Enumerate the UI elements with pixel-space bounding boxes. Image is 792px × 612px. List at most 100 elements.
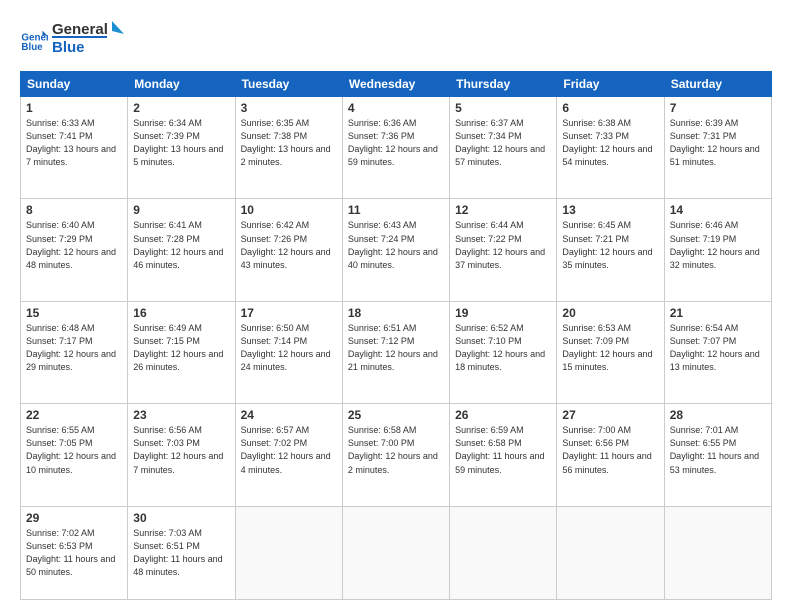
calendar-week-3: 15Sunrise: 6:48 AMSunset: 7:17 PMDayligh…	[21, 301, 772, 403]
calendar-week-2: 8 Sunrise: 6:40 AMSunset: 7:29 PMDaylight…	[21, 199, 772, 301]
calendar-cell: 23 Sunrise: 6:56 AMSunset: 7:03 PMDayligh…	[128, 404, 235, 506]
svg-text:Blue: Blue	[52, 39, 85, 56]
svg-text:Blue: Blue	[21, 42, 43, 53]
logo: General Blue General Blue	[20, 16, 142, 61]
calendar-cell: 11 Sunrise: 6:43 AMSunset: 7:24 PMDayligh…	[342, 199, 449, 301]
logo-svg: General Blue	[52, 16, 142, 56]
calendar-cell	[557, 506, 664, 599]
day-info: Sunrise: 6:48 AMSunset: 7:17 PMDaylight:…	[26, 322, 122, 374]
calendar-cell	[450, 506, 557, 599]
weekday-header-tuesday: Tuesday	[235, 72, 342, 97]
calendar-cell: 24Sunrise: 6:57 AMSunset: 7:02 PMDayligh…	[235, 404, 342, 506]
day-info: Sunrise: 6:59 AMSunset: 6:58 PMDaylight:…	[455, 424, 551, 476]
calendar-table: SundayMondayTuesdayWednesdayThursdayFrid…	[20, 71, 772, 600]
day-info: Sunrise: 6:43 AMSunset: 7:24 PMDaylight:…	[348, 219, 444, 271]
day-number: 14	[670, 203, 766, 217]
day-number: 3	[241, 101, 337, 115]
day-info: Sunrise: 6:39 AMSunset: 7:31 PMDaylight:…	[670, 117, 766, 169]
day-info: Sunrise: 6:54 AMSunset: 7:07 PMDaylight:…	[670, 322, 766, 374]
calendar-cell: 10 Sunrise: 6:42 AMSunset: 7:26 PMDayligh…	[235, 199, 342, 301]
day-number: 9	[133, 203, 229, 217]
day-info: Sunrise: 6:44 AMSunset: 7:22 PMDaylight:…	[455, 219, 551, 271]
day-number: 8	[26, 203, 122, 217]
day-info: Sunrise: 7:00 AMSunset: 6:56 PMDaylight:…	[562, 424, 658, 476]
calendar-cell: 29Sunrise: 7:02 AMSunset: 6:53 PMDayligh…	[21, 506, 128, 599]
calendar-cell: 26 Sunrise: 6:59 AMSunset: 6:58 PMDayligh…	[450, 404, 557, 506]
calendar-cell: 28 Sunrise: 7:01 AMSunset: 6:55 PMDayligh…	[664, 404, 771, 506]
calendar-cell: 9Sunrise: 6:41 AMSunset: 7:28 PMDaylight…	[128, 199, 235, 301]
day-info: Sunrise: 6:34 AMSunset: 7:39 PMDaylight:…	[133, 117, 229, 169]
day-info: Sunrise: 6:42 AMSunset: 7:26 PMDaylight:…	[241, 219, 337, 271]
calendar-week-4: 22Sunrise: 6:55 AMSunset: 7:05 PMDayligh…	[21, 404, 772, 506]
day-info: Sunrise: 6:45 AMSunset: 7:21 PMDaylight:…	[562, 219, 658, 271]
day-info: Sunrise: 7:01 AMSunset: 6:55 PMDaylight:…	[670, 424, 766, 476]
calendar-cell: 25 Sunrise: 6:58 AMSunset: 7:00 PMDayligh…	[342, 404, 449, 506]
day-number: 19	[455, 306, 551, 320]
calendar-week-5: 29Sunrise: 7:02 AMSunset: 6:53 PMDayligh…	[21, 506, 772, 599]
calendar-cell: 30Sunrise: 7:03 AMSunset: 6:51 PMDayligh…	[128, 506, 235, 599]
day-number: 5	[455, 101, 551, 115]
calendar-cell: 1 Sunrise: 6:33 AMSunset: 7:41 PMDaylight…	[21, 97, 128, 199]
calendar-cell	[342, 506, 449, 599]
day-number: 12	[455, 203, 551, 217]
day-number: 20	[562, 306, 658, 320]
header: General Blue General Blue	[20, 16, 772, 61]
day-info: Sunrise: 6:36 AMSunset: 7:36 PMDaylight:…	[348, 117, 444, 169]
weekday-header-saturday: Saturday	[664, 72, 771, 97]
day-number: 27	[562, 408, 658, 422]
day-info: Sunrise: 6:49 AMSunset: 7:15 PMDaylight:…	[133, 322, 229, 374]
day-number: 11	[348, 203, 444, 217]
day-info: Sunrise: 6:50 AMSunset: 7:14 PMDaylight:…	[241, 322, 337, 374]
calendar-cell: 16 Sunrise: 6:49 AMSunset: 7:15 PMDayligh…	[128, 301, 235, 403]
day-info: Sunrise: 6:55 AMSunset: 7:05 PMDaylight:…	[26, 424, 122, 476]
day-number: 29	[26, 511, 122, 525]
day-number: 16	[133, 306, 229, 320]
page: General Blue General Blue SundayMondayTu…	[0, 0, 792, 612]
calendar-cell: 12 Sunrise: 6:44 AMSunset: 7:22 PMDayligh…	[450, 199, 557, 301]
day-number: 23	[133, 408, 229, 422]
day-number: 10	[241, 203, 337, 217]
calendar-cell: 19 Sunrise: 6:52 AMSunset: 7:10 PMDayligh…	[450, 301, 557, 403]
day-info: Sunrise: 6:58 AMSunset: 7:00 PMDaylight:…	[348, 424, 444, 476]
calendar-cell: 2 Sunrise: 6:34 AMSunset: 7:39 PMDaylight…	[128, 97, 235, 199]
weekday-header-sunday: Sunday	[21, 72, 128, 97]
day-number: 17	[241, 306, 337, 320]
day-number: 4	[348, 101, 444, 115]
calendar-cell: 14Sunrise: 6:46 AMSunset: 7:19 PMDayligh…	[664, 199, 771, 301]
calendar-cell: 17 Sunrise: 6:50 AMSunset: 7:14 PMDayligh…	[235, 301, 342, 403]
calendar-cell: 22Sunrise: 6:55 AMSunset: 7:05 PMDayligh…	[21, 404, 128, 506]
day-info: Sunrise: 6:57 AMSunset: 7:02 PMDaylight:…	[241, 424, 337, 476]
day-number: 1	[26, 101, 122, 115]
weekday-header-monday: Monday	[128, 72, 235, 97]
calendar-cell	[235, 506, 342, 599]
svg-text:General: General	[52, 21, 108, 38]
calendar-cell: 7Sunrise: 6:39 AMSunset: 7:31 PMDaylight…	[664, 97, 771, 199]
day-info: Sunrise: 6:53 AMSunset: 7:09 PMDaylight:…	[562, 322, 658, 374]
logo-icon: General Blue	[20, 25, 48, 53]
day-number: 6	[562, 101, 658, 115]
day-info: Sunrise: 6:38 AMSunset: 7:33 PMDaylight:…	[562, 117, 658, 169]
calendar-cell: 5Sunrise: 6:37 AMSunset: 7:34 PMDaylight…	[450, 97, 557, 199]
calendar-cell: 6 Sunrise: 6:38 AMSunset: 7:33 PMDaylight…	[557, 97, 664, 199]
day-info: Sunrise: 6:40 AMSunset: 7:29 PMDaylight:…	[26, 219, 122, 271]
day-number: 28	[670, 408, 766, 422]
day-info: Sunrise: 6:35 AMSunset: 7:38 PMDaylight:…	[241, 117, 337, 169]
calendar-cell: 27 Sunrise: 7:00 AMSunset: 6:56 PMDayligh…	[557, 404, 664, 506]
day-info: Sunrise: 6:52 AMSunset: 7:10 PMDaylight:…	[455, 322, 551, 374]
day-info: Sunrise: 6:33 AMSunset: 7:41 PMDaylight:…	[26, 117, 122, 169]
day-number: 26	[455, 408, 551, 422]
calendar-cell: 20 Sunrise: 6:53 AMSunset: 7:09 PMDayligh…	[557, 301, 664, 403]
calendar-cell: 13Sunrise: 6:45 AMSunset: 7:21 PMDayligh…	[557, 199, 664, 301]
calendar-cell: 21Sunrise: 6:54 AMSunset: 7:07 PMDayligh…	[664, 301, 771, 403]
day-number: 2	[133, 101, 229, 115]
day-info: Sunrise: 6:56 AMSunset: 7:03 PMDaylight:…	[133, 424, 229, 476]
weekday-header-friday: Friday	[557, 72, 664, 97]
weekday-header-thursday: Thursday	[450, 72, 557, 97]
calendar-cell: 8 Sunrise: 6:40 AMSunset: 7:29 PMDaylight…	[21, 199, 128, 301]
day-number: 25	[348, 408, 444, 422]
calendar-cell: 3 Sunrise: 6:35 AMSunset: 7:38 PMDaylight…	[235, 97, 342, 199]
calendar-week-1: 1 Sunrise: 6:33 AMSunset: 7:41 PMDaylight…	[21, 97, 772, 199]
day-info: Sunrise: 6:51 AMSunset: 7:12 PMDaylight:…	[348, 322, 444, 374]
calendar-cell	[664, 506, 771, 599]
day-number: 30	[133, 511, 229, 525]
